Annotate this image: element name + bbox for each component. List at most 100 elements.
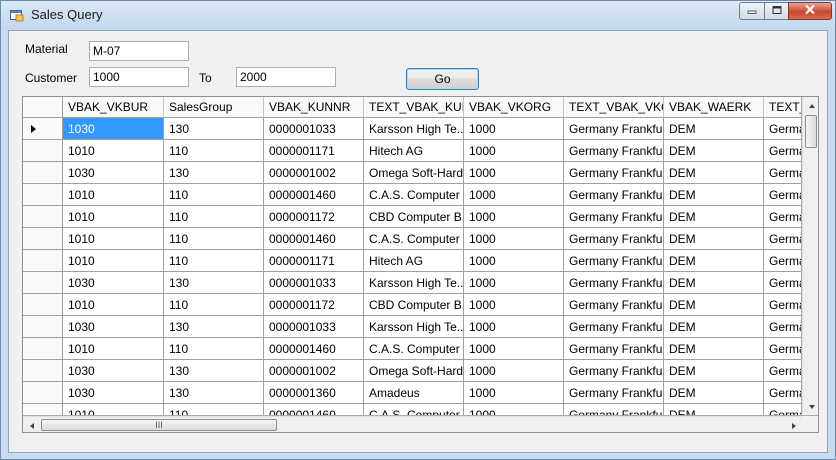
grid-cell[interactable]: Germar — [764, 382, 801, 404]
grid-cell[interactable]: Germar — [764, 140, 801, 162]
scroll-up-button[interactable] — [803, 97, 818, 114]
row-header[interactable] — [23, 184, 63, 206]
grid-cell[interactable]: 110 — [164, 338, 264, 360]
grid-cell[interactable]: Hitech AG — [364, 250, 464, 272]
column-header[interactable]: VBAK_VKBUR — [63, 97, 164, 118]
grid-cell[interactable]: Germar — [764, 228, 801, 250]
grid-cell[interactable]: 0000001171 — [264, 140, 364, 162]
grid-cell[interactable]: 130 — [164, 162, 264, 184]
column-header[interactable]: VBAK_WAERK — [664, 97, 764, 118]
grid-cell[interactable]: 1000 — [464, 206, 564, 228]
grid-cell[interactable]: 1000 — [464, 228, 564, 250]
grid-cell[interactable]: Karsson High Te... — [364, 118, 464, 140]
grid-cell[interactable]: 1000 — [464, 338, 564, 360]
grid-cell[interactable]: 1000 — [464, 140, 564, 162]
minimize-button[interactable] — [739, 2, 765, 20]
table-row[interactable]: 1010 110 0000001460 C.A.S. Computer ... 1000… — [23, 404, 801, 415]
vertical-scrollbar[interactable] — [802, 97, 818, 415]
grid-cell[interactable]: 130 — [164, 272, 264, 294]
grid-cell[interactable]: 1030 — [63, 118, 164, 140]
row-header[interactable] — [23, 162, 63, 184]
grid-cell[interactable]: 1010 — [63, 206, 164, 228]
grid-cell[interactable]: Germany Frankfurt — [564, 360, 664, 382]
column-header[interactable]: VBAK_KUNNR — [264, 97, 364, 118]
grid-cell[interactable]: 1000 — [464, 404, 564, 415]
table-row[interactable]: 1010 110 0000001171 Hitech AG 1000 Germany Fr… — [23, 250, 801, 272]
maximize-button[interactable] — [764, 2, 789, 20]
table-row[interactable]: 1030 130 0000001002 Omega Soft-Hard... 1000 G… — [23, 360, 801, 382]
scroll-right-button[interactable] — [785, 417, 802, 432]
grid-cell[interactable]: CBD Computer B... — [364, 206, 464, 228]
row-header[interactable] — [23, 250, 63, 272]
grid-cell[interactable]: 110 — [164, 206, 264, 228]
grid-cell[interactable]: Omega Soft-Hard... — [364, 162, 464, 184]
grid-cell[interactable]: Germar — [764, 162, 801, 184]
row-header[interactable] — [23, 338, 63, 360]
grid-cell[interactable]: Germar — [764, 316, 801, 338]
grid-cell[interactable]: DEM — [664, 338, 764, 360]
grid-cell[interactable]: DEM — [664, 228, 764, 250]
grid-cell[interactable]: Germany Frankfurt — [564, 184, 664, 206]
grid-cell[interactable]: Germany Frankfurt — [564, 206, 664, 228]
grid-cell[interactable]: C.A.S. Computer ... — [364, 184, 464, 206]
grid-cell[interactable]: 0000001033 — [264, 316, 364, 338]
grid-cell[interactable]: CBD Computer B... — [364, 294, 464, 316]
table-row[interactable]: 1030 130 0000001033 Karsson High Te... 1000 G… — [23, 118, 801, 140]
grid-cell[interactable]: 1030 — [63, 316, 164, 338]
grid-cell[interactable]: Omega Soft-Hard... — [364, 360, 464, 382]
grid-cell[interactable]: DEM — [664, 118, 764, 140]
grid-cell[interactable]: 1000 — [464, 162, 564, 184]
grid-cell[interactable]: C.A.S. Computer ... — [364, 338, 464, 360]
column-header[interactable]: TEXT_VBAK_KUN — [364, 97, 464, 118]
grid-cell[interactable]: 1030 — [63, 360, 164, 382]
grid-cell[interactable]: 1000 — [464, 360, 564, 382]
horizontal-scroll-thumb[interactable]: III — [41, 419, 277, 431]
grid-cell[interactable]: Germany Frankfurt — [564, 404, 664, 415]
grid-cell[interactable]: 1000 — [464, 316, 564, 338]
grid-cell[interactable]: 0000001460 — [264, 228, 364, 250]
grid-cell[interactable]: Karsson High Te... — [364, 316, 464, 338]
grid-cell[interactable]: 0000001460 — [264, 184, 364, 206]
row-header[interactable] — [23, 118, 63, 140]
row-header[interactable] — [23, 404, 63, 415]
grid-cell[interactable]: 1010 — [63, 250, 164, 272]
customer-from-input[interactable]: 1000 — [89, 67, 189, 87]
grid-cell[interactable]: DEM — [664, 382, 764, 404]
row-header[interactable] — [23, 294, 63, 316]
grid-cell[interactable]: 1010 — [63, 184, 164, 206]
row-header[interactable] — [23, 382, 63, 404]
grid-cell[interactable]: 0000001172 — [264, 294, 364, 316]
grid-cell[interactable]: Germany Frankfurt — [564, 316, 664, 338]
grid-cell[interactable]: 110 — [164, 294, 264, 316]
grid-cell[interactable]: 1000 — [464, 118, 564, 140]
horizontal-scrollbar[interactable]: III — [23, 416, 802, 432]
row-header[interactable] — [23, 228, 63, 250]
grid-cell[interactable]: DEM — [664, 316, 764, 338]
table-row[interactable]: 1010 110 0000001172 CBD Computer B... 1000 Ge… — [23, 294, 801, 316]
grid-cell[interactable]: Germar — [764, 294, 801, 316]
vertical-scroll-thumb[interactable] — [805, 115, 817, 148]
grid-cell[interactable]: 0000001033 — [264, 118, 364, 140]
table-row[interactable]: 1010 110 0000001171 Hitech AG 1000 Germany Fr… — [23, 140, 801, 162]
grid-cell[interactable]: DEM — [664, 360, 764, 382]
grid-cell[interactable]: 1030 — [63, 272, 164, 294]
table-row[interactable]: 1010 110 0000001172 CBD Computer B... 1000 Ge… — [23, 206, 801, 228]
grid-cell[interactable]: Germar — [764, 206, 801, 228]
row-header[interactable] — [23, 316, 63, 338]
grid-cell[interactable]: 0000001460 — [264, 404, 364, 415]
grid-cell[interactable]: 1000 — [464, 184, 564, 206]
grid-cell[interactable]: Germar — [764, 250, 801, 272]
table-row[interactable]: 1030 130 0000001360 Amadeus 1000 Germany Fran… — [23, 382, 801, 404]
grid-cell[interactable]: Germany Frankfurt — [564, 294, 664, 316]
grid-cell[interactable]: DEM — [664, 206, 764, 228]
grid-cell[interactable]: 110 — [164, 250, 264, 272]
grid-cell[interactable]: 1010 — [63, 294, 164, 316]
grid-cell[interactable]: 0000001002 — [264, 162, 364, 184]
column-header[interactable]: TEXT_ — [764, 97, 801, 118]
grid-cell[interactable]: 1010 — [63, 228, 164, 250]
grid-cell[interactable]: 110 — [164, 228, 264, 250]
grid-cell[interactable]: 0000001002 — [264, 360, 364, 382]
column-header[interactable]: SalesGroup — [164, 97, 264, 118]
grid-cell[interactable]: 130 — [164, 382, 264, 404]
grid-cell[interactable]: 1000 — [464, 272, 564, 294]
